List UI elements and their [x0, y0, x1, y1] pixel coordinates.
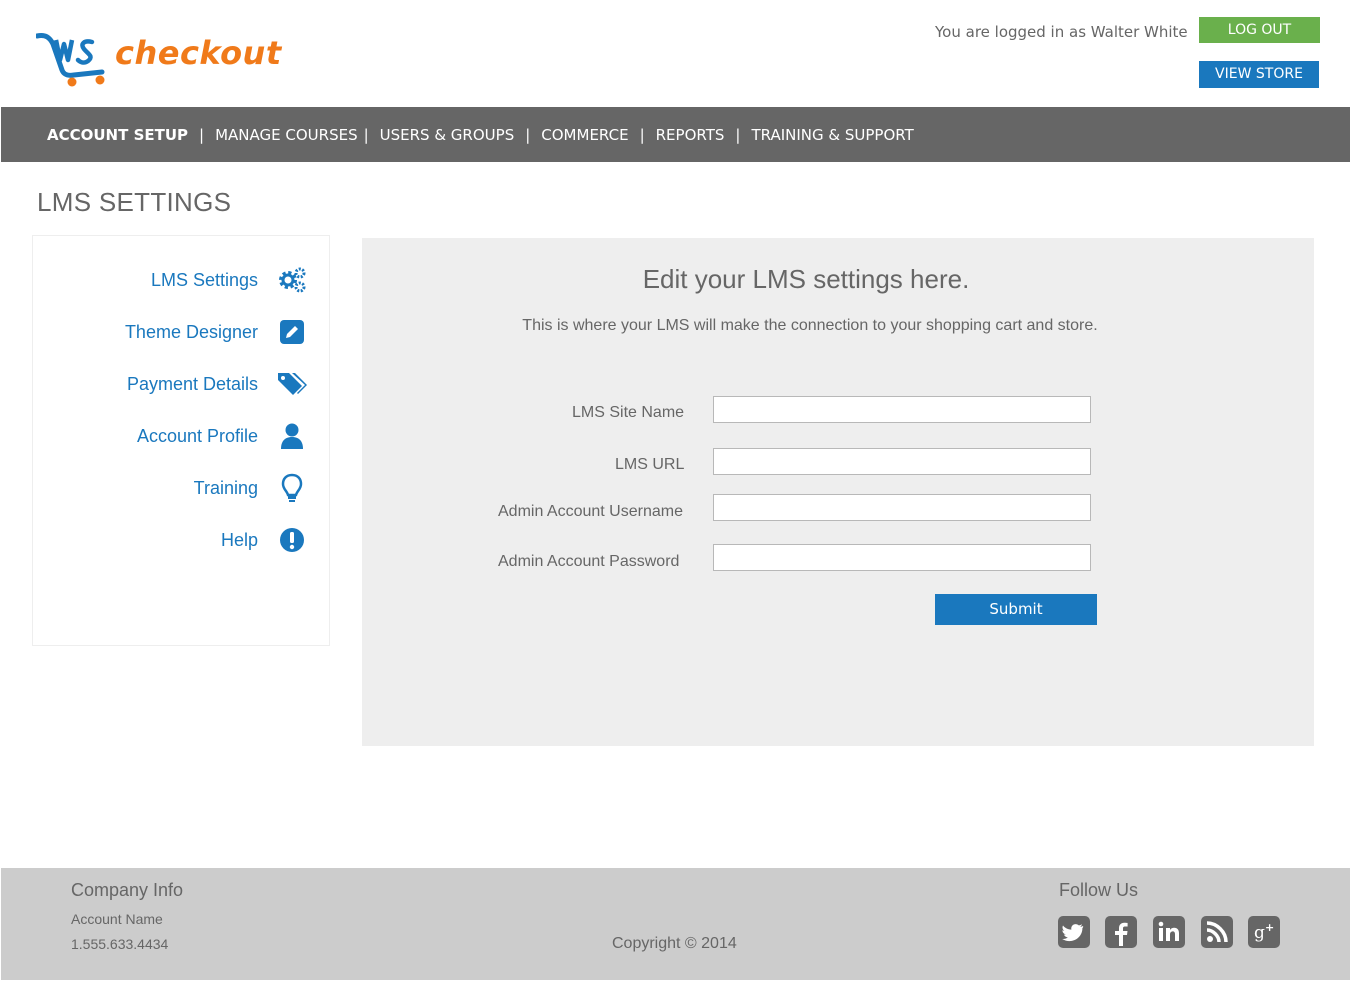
svg-text:+: + [1265, 921, 1274, 934]
submit-button[interactable]: Submit [935, 594, 1097, 625]
nav-item-reports[interactable]: REPORTS [656, 126, 725, 144]
admin-password-input[interactable] [713, 544, 1091, 571]
svg-text:g: g [1254, 923, 1265, 943]
nav-separator: | [639, 125, 645, 144]
sidebar-item-label: Account Profile [136, 426, 258, 446]
google-plus-icon[interactable]: g + [1248, 916, 1280, 948]
sidebar-item-payment-details[interactable]: Payment Details [33, 366, 331, 402]
follow-us-heading: Follow Us [1059, 880, 1139, 900]
gears-icon [279, 267, 306, 293]
logo-text: checkout [115, 34, 282, 72]
lms-site-name-input[interactable] [713, 396, 1091, 423]
sidebar-item-label: Payment Details [126, 374, 258, 394]
footer: Company Info Account Name 1.555.633.4434… [1, 868, 1350, 980]
sidebar-item-label: Help [220, 530, 258, 550]
facebook-icon[interactable] [1105, 916, 1137, 948]
panel-title: Edit your LMS settings here. [642, 264, 970, 294]
nav-separator: | [199, 125, 205, 144]
pencil-icon [280, 320, 304, 344]
linkedin-icon[interactable] [1153, 916, 1185, 948]
nav-item-training-support[interactable]: TRAINING & SUPPORT [751, 126, 913, 144]
sidebar-item-training[interactable]: Training [33, 470, 331, 506]
panel-subtitle: This is where your LMS will make the con… [522, 317, 1098, 334]
logout-button[interactable]: LOG OUT [1199, 17, 1320, 43]
header: checkout You are logged in as Walter Whi… [0, 0, 1351, 107]
exclamation-icon [280, 528, 304, 552]
lms-url-label: LMS URL [615, 456, 685, 473]
logged-in-status: You are logged in as Walter White [935, 23, 1188, 41]
tags-icon [278, 373, 307, 395]
rss-icon[interactable] [1201, 916, 1233, 948]
company-info-heading: Company Info [71, 880, 184, 900]
sidebar-item-label: Training [193, 478, 258, 498]
view-store-button[interactable]: VIEW STORE [1199, 61, 1319, 88]
admin-username-label: Admin Account Username [498, 503, 683, 520]
nav-item-users-groups[interactable]: USERS & GROUPS [380, 126, 515, 144]
nav-separator: | [525, 125, 531, 144]
sidebar-item-theme-designer[interactable]: Theme Designer [33, 314, 331, 350]
admin-username-input[interactable] [713, 494, 1091, 521]
lightbulb-icon [281, 473, 303, 502]
sidebar-item-label: Theme Designer [124, 322, 258, 342]
sidebar-item-label: LMS Settings [150, 270, 258, 290]
main-nav: ACCOUNT SETUP | MANAGE COURSES | USERS &… [1, 107, 1350, 162]
nav-separator: | [363, 125, 369, 144]
cart-logo-icon [36, 33, 105, 87]
settings-panel: Edit your LMS settings here. This is whe… [362, 238, 1314, 746]
nav-item-commerce[interactable]: COMMERCE [541, 126, 628, 144]
nav-item-account-setup[interactable]: ACCOUNT SETUP [47, 126, 188, 144]
user-icon [281, 423, 303, 449]
phone-number: 1.555.633.4434 [71, 936, 169, 952]
copyright: Copyright © 2014 [612, 935, 737, 952]
admin-password-label: Admin Account Password [498, 553, 680, 570]
nav-separator: | [735, 125, 741, 144]
nav-item-manage-courses[interactable]: MANAGE COURSES [215, 126, 358, 144]
lms-url-input[interactable] [713, 448, 1091, 475]
sidebar-item-help[interactable]: Help [33, 522, 331, 558]
lms-site-name-label: LMS Site Name [572, 404, 685, 421]
sidebar-item-account-profile[interactable]: Account Profile [33, 418, 331, 454]
sidebar: LMS Settings Theme Designer Payment Deta… [32, 235, 330, 646]
sidebar-item-lms-settings[interactable]: LMS Settings [33, 262, 331, 298]
twitter-icon[interactable] [1058, 916, 1090, 948]
page-title: LMS SETTINGS [37, 187, 232, 217]
account-name: Account Name [71, 911, 163, 927]
